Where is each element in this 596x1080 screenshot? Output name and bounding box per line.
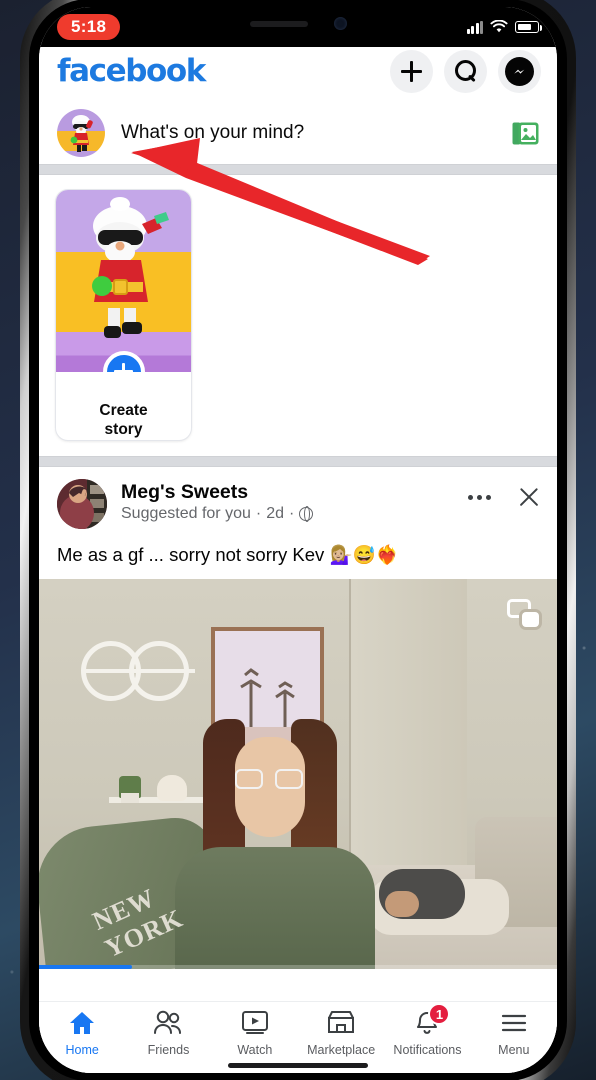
earpiece-speaker bbox=[249, 20, 308, 27]
nav-item-notifications[interactable]: 1 Notifications bbox=[384, 1003, 470, 1057]
nav-label-watch: Watch bbox=[237, 1043, 273, 1057]
phone-screen-bezel: 5:18 facebook What's on your mind? Creat… bbox=[29, 0, 567, 1080]
create-story-label: Create story bbox=[56, 401, 191, 439]
messenger-button[interactable] bbox=[498, 49, 541, 93]
picture-in-picture-icon[interactable] bbox=[507, 599, 539, 627]
nav-label-marketplace: Marketplace bbox=[307, 1043, 376, 1057]
post-separator-1: · bbox=[255, 505, 262, 522]
create-story-label-line1: Create bbox=[99, 402, 148, 419]
nav-item-friends[interactable]: Friends bbox=[125, 1008, 211, 1057]
front-camera bbox=[333, 17, 347, 30]
post-author-name[interactable]: Meg's Sweets bbox=[121, 480, 454, 504]
friends-icon bbox=[153, 1008, 183, 1038]
status-bar-indicators bbox=[466, 20, 542, 34]
nav-item-menu[interactable]: Menu bbox=[471, 1008, 557, 1057]
cellular-signal-icon bbox=[466, 20, 483, 34]
notifications-badge: 1 bbox=[428, 1003, 451, 1025]
bell-icon: 1 bbox=[414, 1003, 451, 1038]
post-separator-2: · bbox=[289, 505, 295, 522]
hamburger-menu-icon bbox=[501, 1008, 527, 1038]
post-body-text: Me as a gf ... sorry not sorry Kev 💁🏼‍♀️… bbox=[57, 544, 399, 565]
feed-post: Meg's Sweets Suggested for you · 2d · Me… bbox=[39, 467, 557, 969]
more-options-icon[interactable] bbox=[468, 494, 491, 500]
plus-icon bbox=[401, 60, 422, 82]
status-bar-time-recording-pill: 5:18 bbox=[57, 14, 121, 40]
search-icon bbox=[454, 60, 477, 82]
nav-item-home[interactable]: Home bbox=[39, 1008, 125, 1057]
facebook-logo[interactable]: facebook bbox=[57, 53, 206, 89]
post-header: Meg's Sweets Suggested for you · 2d · bbox=[39, 467, 557, 533]
post-composer[interactable]: What's on your mind? bbox=[39, 102, 557, 164]
post-header-actions bbox=[468, 479, 541, 509]
user-avatar[interactable] bbox=[57, 109, 105, 157]
wifi-icon bbox=[490, 20, 508, 33]
video-person-in-bed-face bbox=[385, 891, 419, 917]
device-notch bbox=[199, 7, 397, 40]
globe-icon bbox=[299, 506, 314, 523]
nav-item-marketplace[interactable]: Marketplace bbox=[298, 1008, 384, 1057]
stories-tray: Create story bbox=[39, 175, 557, 456]
home-indicator bbox=[228, 1063, 368, 1068]
phone-frame: 5:18 facebook What's on your mind? Creat… bbox=[20, 0, 576, 1080]
post-source-label: Suggested for you bbox=[121, 505, 251, 522]
video-plant-pot bbox=[121, 793, 139, 803]
messenger-icon bbox=[505, 56, 534, 86]
video-progress-bar[interactable] bbox=[39, 965, 557, 969]
post-timestamp: 2d bbox=[266, 505, 284, 522]
header-actions bbox=[390, 49, 541, 93]
video-door bbox=[349, 579, 467, 909]
video-wall-decor bbox=[81, 641, 201, 703]
app-header: facebook bbox=[39, 40, 557, 102]
facebook-app: facebook What's on your mind? Create sto… bbox=[39, 40, 557, 1073]
video-person-glasses bbox=[235, 769, 305, 791]
watch-icon bbox=[241, 1008, 269, 1038]
create-story-card[interactable]: Create story bbox=[56, 190, 191, 440]
post-subtitle: Suggested for you · 2d · bbox=[121, 505, 454, 523]
desktop-wallpaper: 5:18 facebook What's on your mind? Creat… bbox=[0, 0, 596, 1080]
create-story-thumbnail bbox=[56, 190, 191, 372]
composer-placeholder[interactable]: What's on your mind? bbox=[121, 122, 496, 144]
close-icon[interactable] bbox=[517, 485, 541, 509]
status-bar: 5:18 bbox=[39, 7, 557, 47]
post-video[interactable]: NEW YORK bbox=[39, 579, 557, 969]
nav-label-home: Home bbox=[65, 1043, 99, 1057]
section-divider bbox=[39, 164, 557, 175]
battery-icon bbox=[515, 21, 542, 33]
marketplace-icon bbox=[327, 1008, 355, 1038]
create-button[interactable] bbox=[390, 49, 433, 93]
search-button[interactable] bbox=[444, 49, 487, 93]
video-vase bbox=[157, 775, 187, 801]
phone-screen: 5:18 facebook What's on your mind? Creat… bbox=[39, 7, 557, 1073]
nav-label-menu: Menu bbox=[498, 1043, 530, 1057]
section-divider-2 bbox=[39, 456, 557, 467]
page-avatar[interactable] bbox=[57, 479, 107, 529]
home-icon bbox=[68, 1008, 96, 1038]
nav-label-notifications: Notifications bbox=[393, 1043, 462, 1057]
photo-gallery-icon[interactable] bbox=[512, 121, 539, 146]
post-meta: Meg's Sweets Suggested for you · 2d · bbox=[121, 479, 454, 523]
create-story-label-line2: story bbox=[104, 421, 143, 438]
nav-item-watch[interactable]: Watch bbox=[212, 1008, 298, 1057]
nav-label-friends: Friends bbox=[147, 1043, 190, 1057]
